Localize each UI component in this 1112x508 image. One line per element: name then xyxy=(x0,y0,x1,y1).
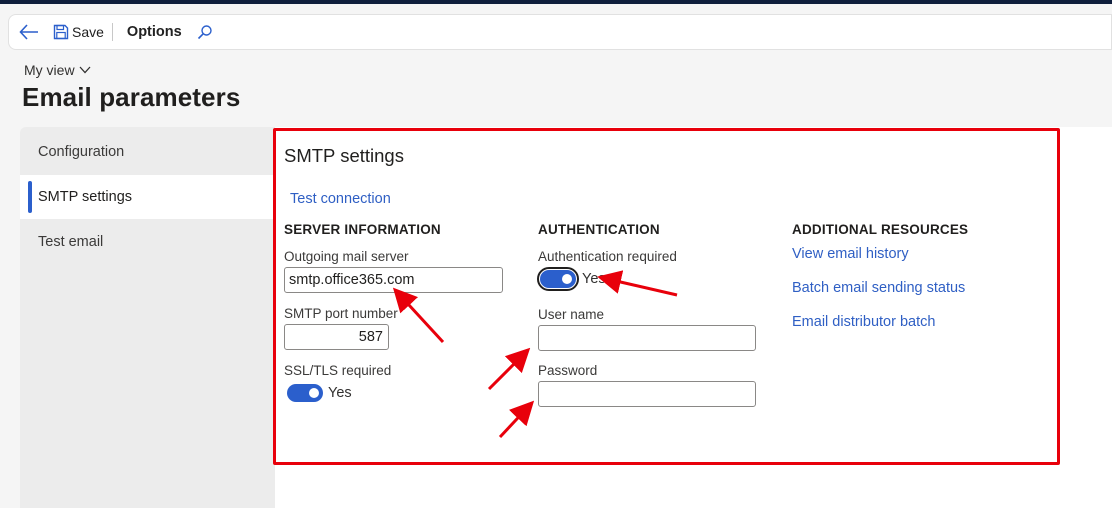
ssl-tls-value: Yes xyxy=(328,385,352,401)
back-button[interactable] xyxy=(9,15,49,49)
back-arrow-icon xyxy=(19,24,38,40)
authentication-required-toggle[interactable] xyxy=(537,267,579,291)
view-selector[interactable]: My view xyxy=(24,62,91,78)
page-title: Email parameters xyxy=(22,82,241,112)
content-panel xyxy=(275,127,1112,508)
password-input[interactable] xyxy=(538,381,756,407)
toggle-knob xyxy=(309,388,319,398)
password-label: Password xyxy=(538,363,598,378)
user-name-label: User name xyxy=(538,307,605,322)
nav-item-test-email[interactable]: Test email xyxy=(20,220,275,264)
batch-email-sending-status-link[interactable]: Batch email sending status xyxy=(792,280,965,296)
options-button[interactable]: Options xyxy=(121,15,188,49)
view-email-history-link[interactable]: View email history xyxy=(792,246,909,262)
ssl-tls-toggle[interactable] xyxy=(287,384,323,402)
nav-item-smtp-settings[interactable]: SMTP settings xyxy=(20,175,275,219)
toolbar-divider xyxy=(111,23,113,41)
additional-resources-heading: ADDITIONAL RESOURCES xyxy=(792,222,969,237)
nav-item-label: Test email xyxy=(38,234,104,250)
save-label: Save xyxy=(72,24,104,40)
authentication-heading: AUTHENTICATION xyxy=(538,222,660,237)
top-band xyxy=(0,0,1112,4)
ssl-tls-label: SSL/TLS required xyxy=(284,363,392,378)
search-icon xyxy=(197,25,212,40)
smtp-port-input[interactable]: 587 xyxy=(284,324,389,350)
smtp-port-label: SMTP port number xyxy=(284,306,398,321)
search-button[interactable] xyxy=(188,15,222,49)
view-label: My view xyxy=(24,62,75,78)
action-toolbar: Save Options xyxy=(8,14,1112,50)
email-distributor-batch-link[interactable]: Email distributor batch xyxy=(792,314,935,330)
nav-item-label: SMTP settings xyxy=(38,189,133,205)
toggle-knob xyxy=(562,274,572,284)
user-name-input[interactable] xyxy=(538,325,756,351)
sidebar-nav: Configuration SMTP settings Test email xyxy=(20,127,275,508)
nav-item-label: Configuration xyxy=(38,144,125,160)
server-information-heading: SERVER INFORMATION xyxy=(284,222,441,237)
outgoing-mail-server-label: Outgoing mail server xyxy=(284,249,409,264)
test-connection-link[interactable]: Test connection xyxy=(290,191,391,207)
authentication-required-label: Authentication required xyxy=(538,249,677,264)
chevron-down-icon xyxy=(79,66,91,74)
section-title: SMTP settings xyxy=(284,145,404,166)
save-icon xyxy=(53,24,69,40)
authentication-required-value: Yes xyxy=(582,271,606,287)
save-button[interactable]: Save xyxy=(49,15,110,49)
outgoing-mail-server-input[interactable]: smtp.office365.com xyxy=(284,267,503,293)
nav-item-configuration[interactable]: Configuration xyxy=(20,130,275,174)
